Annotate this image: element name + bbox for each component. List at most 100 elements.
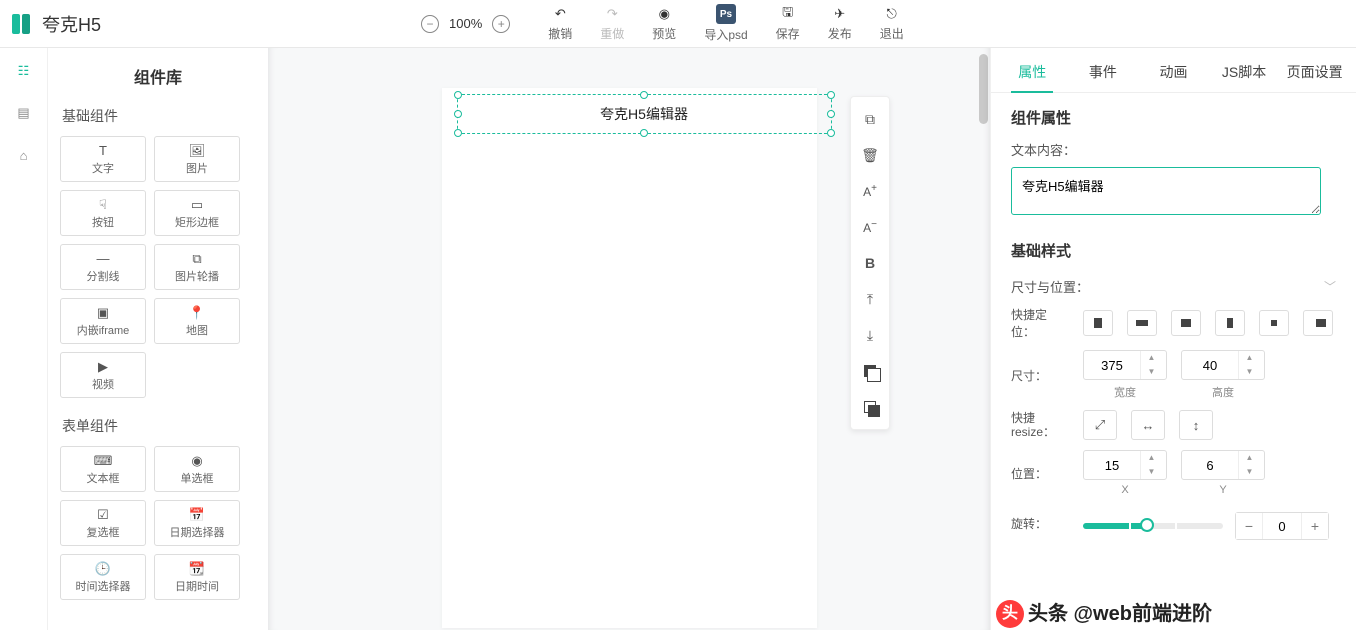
chevron-down-icon: ﹀	[1324, 278, 1336, 295]
rotate-row: 旋转： − +	[1011, 506, 1336, 540]
selected-text-element[interactable]: 夸克H5编辑器	[457, 94, 832, 134]
quickpos-1[interactable]	[1083, 310, 1113, 336]
send-icon: ✈	[831, 5, 849, 23]
save-button[interactable]: 🖫 保存	[776, 5, 800, 42]
checkbox-icon: ☑	[97, 507, 109, 523]
top-toolbar: − 100% + ↶ 撤销 ↷ 重做 ◉ 预览 Ps 导入psd 🖫 保存 ✈ …	[421, 4, 904, 43]
resize-fullscreen[interactable]: ⤢	[1083, 410, 1117, 440]
comp-rect[interactable]: ▭矩形边框	[154, 190, 240, 236]
ctx-bold-button[interactable]: B	[851, 245, 889, 281]
posx-down[interactable]: ▼	[1141, 465, 1162, 479]
quickpos-5[interactable]	[1259, 310, 1289, 336]
resize-handle-tl[interactable]	[454, 91, 462, 99]
iframe-icon: ▣	[97, 305, 109, 321]
comp-divider[interactable]: —分割线	[60, 244, 146, 290]
canvas-area[interactable]: 夸克H5编辑器 ⧉ 🗑 A+ A− B ⤒ ⤓	[268, 48, 990, 630]
posy-down[interactable]: ▼	[1239, 465, 1260, 479]
resize-handle-tc[interactable]	[640, 91, 648, 99]
text-content-textarea[interactable]	[1011, 167, 1321, 215]
rotate-value-input[interactable]	[1262, 513, 1302, 539]
height-up[interactable]: ▲	[1239, 351, 1260, 365]
posx-up[interactable]: ▲	[1141, 451, 1162, 465]
zoom-out-button[interactable]: −	[421, 15, 439, 33]
resize-handle-tr[interactable]	[827, 91, 835, 99]
canvas-scrollbar[interactable]	[976, 48, 990, 630]
ctx-copy-button[interactable]: ⧉	[851, 101, 889, 137]
tab-anim[interactable]: 动画	[1138, 48, 1209, 92]
publish-button[interactable]: ✈ 发布	[828, 5, 852, 42]
quickpos-4[interactable]	[1215, 310, 1245, 336]
resize-handle-bl[interactable]	[454, 129, 462, 137]
ctx-align-top-button[interactable]: ⤒	[851, 281, 889, 317]
comp-iframe[interactable]: ▣内嵌iframe	[60, 298, 146, 344]
redo-button[interactable]: ↷ 重做	[600, 5, 624, 42]
ctx-font-dec-button[interactable]: A−	[851, 209, 889, 245]
width-down[interactable]: ▼	[1141, 365, 1162, 379]
height-down[interactable]: ▼	[1239, 365, 1260, 379]
trash-icon: 🗑	[861, 147, 879, 164]
rail-components-icon[interactable]: ☷	[15, 62, 33, 80]
width-up[interactable]: ▲	[1141, 351, 1162, 365]
bold-icon: B	[865, 255, 875, 271]
rail-pages-icon[interactable]: ▤	[15, 104, 33, 122]
ctx-layer-up-button[interactable]	[851, 353, 889, 389]
rotate-dec[interactable]: −	[1236, 513, 1262, 539]
ctx-align-bottom-button[interactable]: ⤓	[851, 317, 889, 353]
tab-js[interactable]: JS脚本	[1209, 48, 1280, 92]
ctx-layer-down-button[interactable]	[851, 389, 889, 425]
size-label: 尺寸：	[1011, 367, 1069, 384]
zoom-in-button[interactable]: +	[492, 15, 510, 33]
component-grid-basic: T文字 🖼图片 ☟按钮 ▭矩形边框 —分割线 ⧉图片轮播 ▣内嵌iframe 📍…	[60, 136, 256, 398]
quickpos-3[interactable]	[1171, 310, 1201, 336]
quickpos-6[interactable]	[1303, 310, 1333, 336]
canvas[interactable]: 夸克H5编辑器	[442, 88, 817, 628]
component-grid-form: ⌨文本框 ◉单选框 ☑复选框 📅日期选择器 🕒时间选择器 📆日期时间	[60, 446, 256, 600]
comp-image[interactable]: 🖼图片	[154, 136, 240, 182]
resize-handle-mr[interactable]	[827, 110, 835, 118]
resize-handle-ml[interactable]	[454, 110, 462, 118]
rotate-stepper[interactable]: − +	[1235, 512, 1329, 540]
resize-handle-br[interactable]	[827, 129, 835, 137]
comp-video[interactable]: ▶视频	[60, 352, 146, 398]
rotate-slider[interactable]	[1083, 523, 1223, 529]
comp-radio[interactable]: ◉单选框	[154, 446, 240, 492]
comp-map[interactable]: 📍地图	[154, 298, 240, 344]
import-psd-button[interactable]: Ps 导入psd	[704, 4, 747, 43]
height-input[interactable]: ▲▼	[1181, 350, 1265, 380]
rotate-inc[interactable]: +	[1302, 513, 1328, 539]
comp-text[interactable]: T文字	[60, 136, 146, 182]
pos-y-input[interactable]: ▲▼	[1181, 450, 1265, 480]
eye-icon: ◉	[655, 5, 673, 23]
comp-carousel[interactable]: ⧉图片轮播	[154, 244, 240, 290]
comp-input[interactable]: ⌨文本框	[60, 446, 146, 492]
quickpos-2[interactable]	[1127, 310, 1157, 336]
comp-datepicker[interactable]: 📅日期选择器	[154, 500, 240, 546]
exit-button[interactable]: ⎋ 退出	[880, 5, 904, 42]
resize-vertical[interactable]: ↕	[1179, 410, 1213, 440]
rail-assets-icon[interactable]: ⌂	[15, 146, 33, 164]
ctx-delete-button[interactable]: 🗑	[851, 137, 889, 173]
scrollbar-thumb[interactable]	[979, 54, 988, 124]
size-pos-header[interactable]: 尺寸与位置： ﹀	[1011, 277, 1336, 296]
input-icon: ⌨	[94, 453, 113, 469]
comp-datetime[interactable]: 📆日期时间	[154, 554, 240, 600]
align-bottom-icon: ⤓	[867, 327, 873, 344]
undo-button[interactable]: ↶ 撤销	[548, 5, 572, 42]
posy-up[interactable]: ▲	[1239, 451, 1260, 465]
date-icon: 📅	[189, 507, 205, 523]
resize-handle-bc[interactable]	[640, 129, 648, 137]
comp-checkbox[interactable]: ☑复选框	[60, 500, 146, 546]
ctx-font-inc-button[interactable]: A+	[851, 173, 889, 209]
comp-timepicker[interactable]: 🕒时间选择器	[60, 554, 146, 600]
preview-button[interactable]: ◉ 预览	[652, 5, 676, 42]
resize-horizontal[interactable]: ↔	[1131, 410, 1165, 440]
tab-attr[interactable]: 属性	[997, 48, 1068, 92]
tab-event[interactable]: 事件	[1068, 48, 1139, 92]
slider-knob[interactable]	[1140, 518, 1154, 532]
width-input[interactable]: ▲▼	[1083, 350, 1167, 380]
comp-button[interactable]: ☟按钮	[60, 190, 146, 236]
quick-resize-label: 快捷resize：	[1011, 411, 1069, 440]
exit-icon: ⎋	[883, 5, 901, 23]
tab-page[interactable]: 页面设置	[1279, 48, 1350, 92]
pos-x-input[interactable]: ▲▼	[1083, 450, 1167, 480]
